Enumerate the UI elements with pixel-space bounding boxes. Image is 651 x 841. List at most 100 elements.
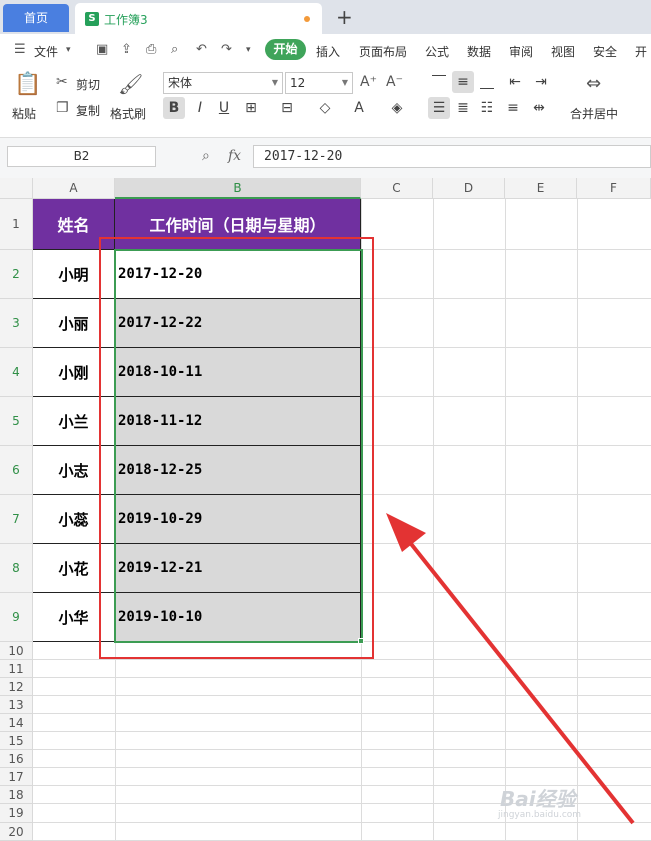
menu-review[interactable]: 审阅 <box>509 43 533 60</box>
row-header-14[interactable]: 14 <box>0 714 33 732</box>
clear-format-icon[interactable]: ◈ <box>386 97 408 119</box>
merge-cells-icon[interactable]: ⇔ <box>586 73 601 94</box>
formula-input[interactable]: 2017-12-20 <box>253 145 651 168</box>
font-shrink-icon[interactable]: A⁻ <box>386 74 403 90</box>
indent-decrease-icon[interactable]: ⇤ <box>504 71 526 93</box>
align-left-icon[interactable]: ☰ <box>428 97 450 119</box>
bold-icon[interactable]: B <box>163 97 185 119</box>
name-cell[interactable]: 小花 <box>33 544 115 593</box>
row-header-9[interactable]: 9 <box>0 593 33 642</box>
name-cell[interactable]: 小志 <box>33 446 115 495</box>
save-icon[interactable]: ▣ <box>96 42 108 57</box>
paste-icon[interactable]: 📋 <box>14 72 41 97</box>
name-cell[interactable]: 小兰 <box>33 397 115 446</box>
tab-home[interactable]: 首页 <box>3 4 69 32</box>
row-header-13[interactable]: 13 <box>0 696 33 714</box>
print-preview-icon[interactable]: ⌕ <box>171 42 178 57</box>
undo-icon[interactable]: ↶ <box>196 42 207 57</box>
date-cell[interactable]: 2019-10-29 <box>115 495 361 544</box>
row-header-7[interactable]: 7 <box>0 495 33 544</box>
paste-button[interactable]: 粘贴 <box>12 105 36 122</box>
menu-file[interactable]: 文件 <box>34 43 58 60</box>
border-icon[interactable]: ⊞ <box>240 97 262 119</box>
date-cell[interactable]: 2017-12-22 <box>115 299 361 348</box>
name-cell[interactable]: 小刚 <box>33 348 115 397</box>
menu-start[interactable]: 开始 <box>265 39 306 60</box>
header-cell-work-date[interactable]: 工作时间（日期与星期） <box>115 199 361 250</box>
date-cell[interactable]: 2018-12-25 <box>115 446 361 495</box>
column-header-b[interactable]: B <box>115 178 361 199</box>
font-grow-icon[interactable]: A⁺ <box>360 74 377 90</box>
row-header-18[interactable]: 18 <box>0 786 33 804</box>
menu-insert[interactable]: 插入 <box>316 43 340 60</box>
column-header-f[interactable]: F <box>577 178 651 199</box>
copy-button[interactable]: 复制 <box>76 102 100 119</box>
row-header-4[interactable]: 4 <box>0 348 33 397</box>
align-middle-icon[interactable]: ≡ <box>452 71 474 93</box>
format-painter-icon[interactable]: 🖌 <box>118 72 143 96</box>
row-header-10[interactable]: 10 <box>0 642 33 660</box>
print-icon[interactable]: ⎙ <box>146 42 156 57</box>
date-cell[interactable]: 2019-12-21 <box>115 544 361 593</box>
menu-formulas[interactable]: 公式 <box>425 43 449 60</box>
copy-icon[interactable]: ❐ <box>56 100 69 116</box>
strikethrough-icon[interactable]: ⊟ <box>276 97 298 119</box>
menu-page-layout[interactable]: 页面布局 <box>359 43 407 60</box>
row-header-2[interactable]: 2 <box>0 250 33 299</box>
tab-workbook[interactable]: S 工作簿3 <box>75 3 322 34</box>
export-icon[interactable]: ⇪ <box>121 42 132 57</box>
date-cell[interactable]: 2018-10-11 <box>115 348 361 397</box>
date-cell[interactable]: 2017-12-20 <box>115 250 361 299</box>
row-header-17[interactable]: 17 <box>0 768 33 786</box>
merge-center-button[interactable]: 合并居中 <box>570 105 618 122</box>
font-color-icon[interactable]: A <box>348 97 370 119</box>
row-header-15[interactable]: 15 <box>0 732 33 750</box>
fill-color-icon[interactable]: ◇ <box>314 97 336 119</box>
date-cell[interactable]: 2018-11-12 <box>115 397 361 446</box>
spreadsheet-grid[interactable]: A B C D E F 1 2 3 4 5 6 7 8 9 10 11 12 13 14 15 16 17 18 19 20 姓名工… <box>0 178 651 841</box>
justify-icon[interactable]: ≡ <box>502 97 524 119</box>
header-cell-name[interactable]: 姓名 <box>33 199 115 250</box>
cut-icon[interactable]: ✂ <box>56 74 68 90</box>
zoom-icon[interactable]: ⌕ <box>202 148 210 164</box>
name-cell[interactable]: 小丽 <box>33 299 115 348</box>
underline-icon[interactable]: U <box>213 97 235 119</box>
row-header-6[interactable]: 6 <box>0 446 33 495</box>
menu-security[interactable]: 安全 <box>593 43 617 60</box>
menu-view[interactable]: 视图 <box>551 43 575 60</box>
row-header-5[interactable]: 5 <box>0 397 33 446</box>
format-painter-button[interactable]: 格式刷 <box>110 105 146 122</box>
name-box[interactable]: B2 <box>7 146 156 167</box>
column-header-c[interactable]: C <box>361 178 433 199</box>
menu-developer[interactable]: 开 <box>635 43 647 60</box>
distributed-icon[interactable]: ⇹ <box>528 97 550 119</box>
menu-data[interactable]: 数据 <box>467 43 491 60</box>
redo-icon[interactable]: ↷ <box>221 42 232 57</box>
row-header-19[interactable]: 19 <box>0 804 33 823</box>
select-all-corner[interactable] <box>0 178 33 199</box>
new-tab-button[interactable]: + <box>336 4 353 30</box>
row-header-20[interactable]: 20 <box>0 823 33 841</box>
quick-access-more-icon[interactable]: ▾ <box>246 45 251 55</box>
align-top-icon[interactable]: ⎺ <box>428 71 450 93</box>
align-center-icon[interactable]: ≣ <box>452 97 474 119</box>
name-cell[interactable]: 小蕊 <box>33 495 115 544</box>
row-header-8[interactable]: 8 <box>0 544 33 593</box>
column-header-d[interactable]: D <box>433 178 505 199</box>
row-header-3[interactable]: 3 <box>0 299 33 348</box>
date-cell[interactable]: 2019-10-10 <box>115 593 361 642</box>
align-right-icon[interactable]: ☷ <box>476 97 498 119</box>
hamburger-icon[interactable]: ☰ <box>14 42 26 57</box>
row-header-1[interactable]: 1 <box>0 199 33 250</box>
row-header-16[interactable]: 16 <box>0 750 33 768</box>
row-header-11[interactable]: 11 <box>0 660 33 678</box>
cut-button[interactable]: 剪切 <box>76 76 100 93</box>
column-header-a[interactable]: A <box>33 178 115 199</box>
name-cell[interactable]: 小明 <box>33 250 115 299</box>
indent-increase-icon[interactable]: ⇥ <box>530 71 552 93</box>
align-bottom-icon[interactable]: ⎽ <box>476 71 498 93</box>
font-name-select[interactable]: 宋体 ▼ <box>163 72 283 94</box>
row-header-12[interactable]: 12 <box>0 678 33 696</box>
name-cell[interactable]: 小华 <box>33 593 115 642</box>
column-header-e[interactable]: E <box>505 178 577 199</box>
